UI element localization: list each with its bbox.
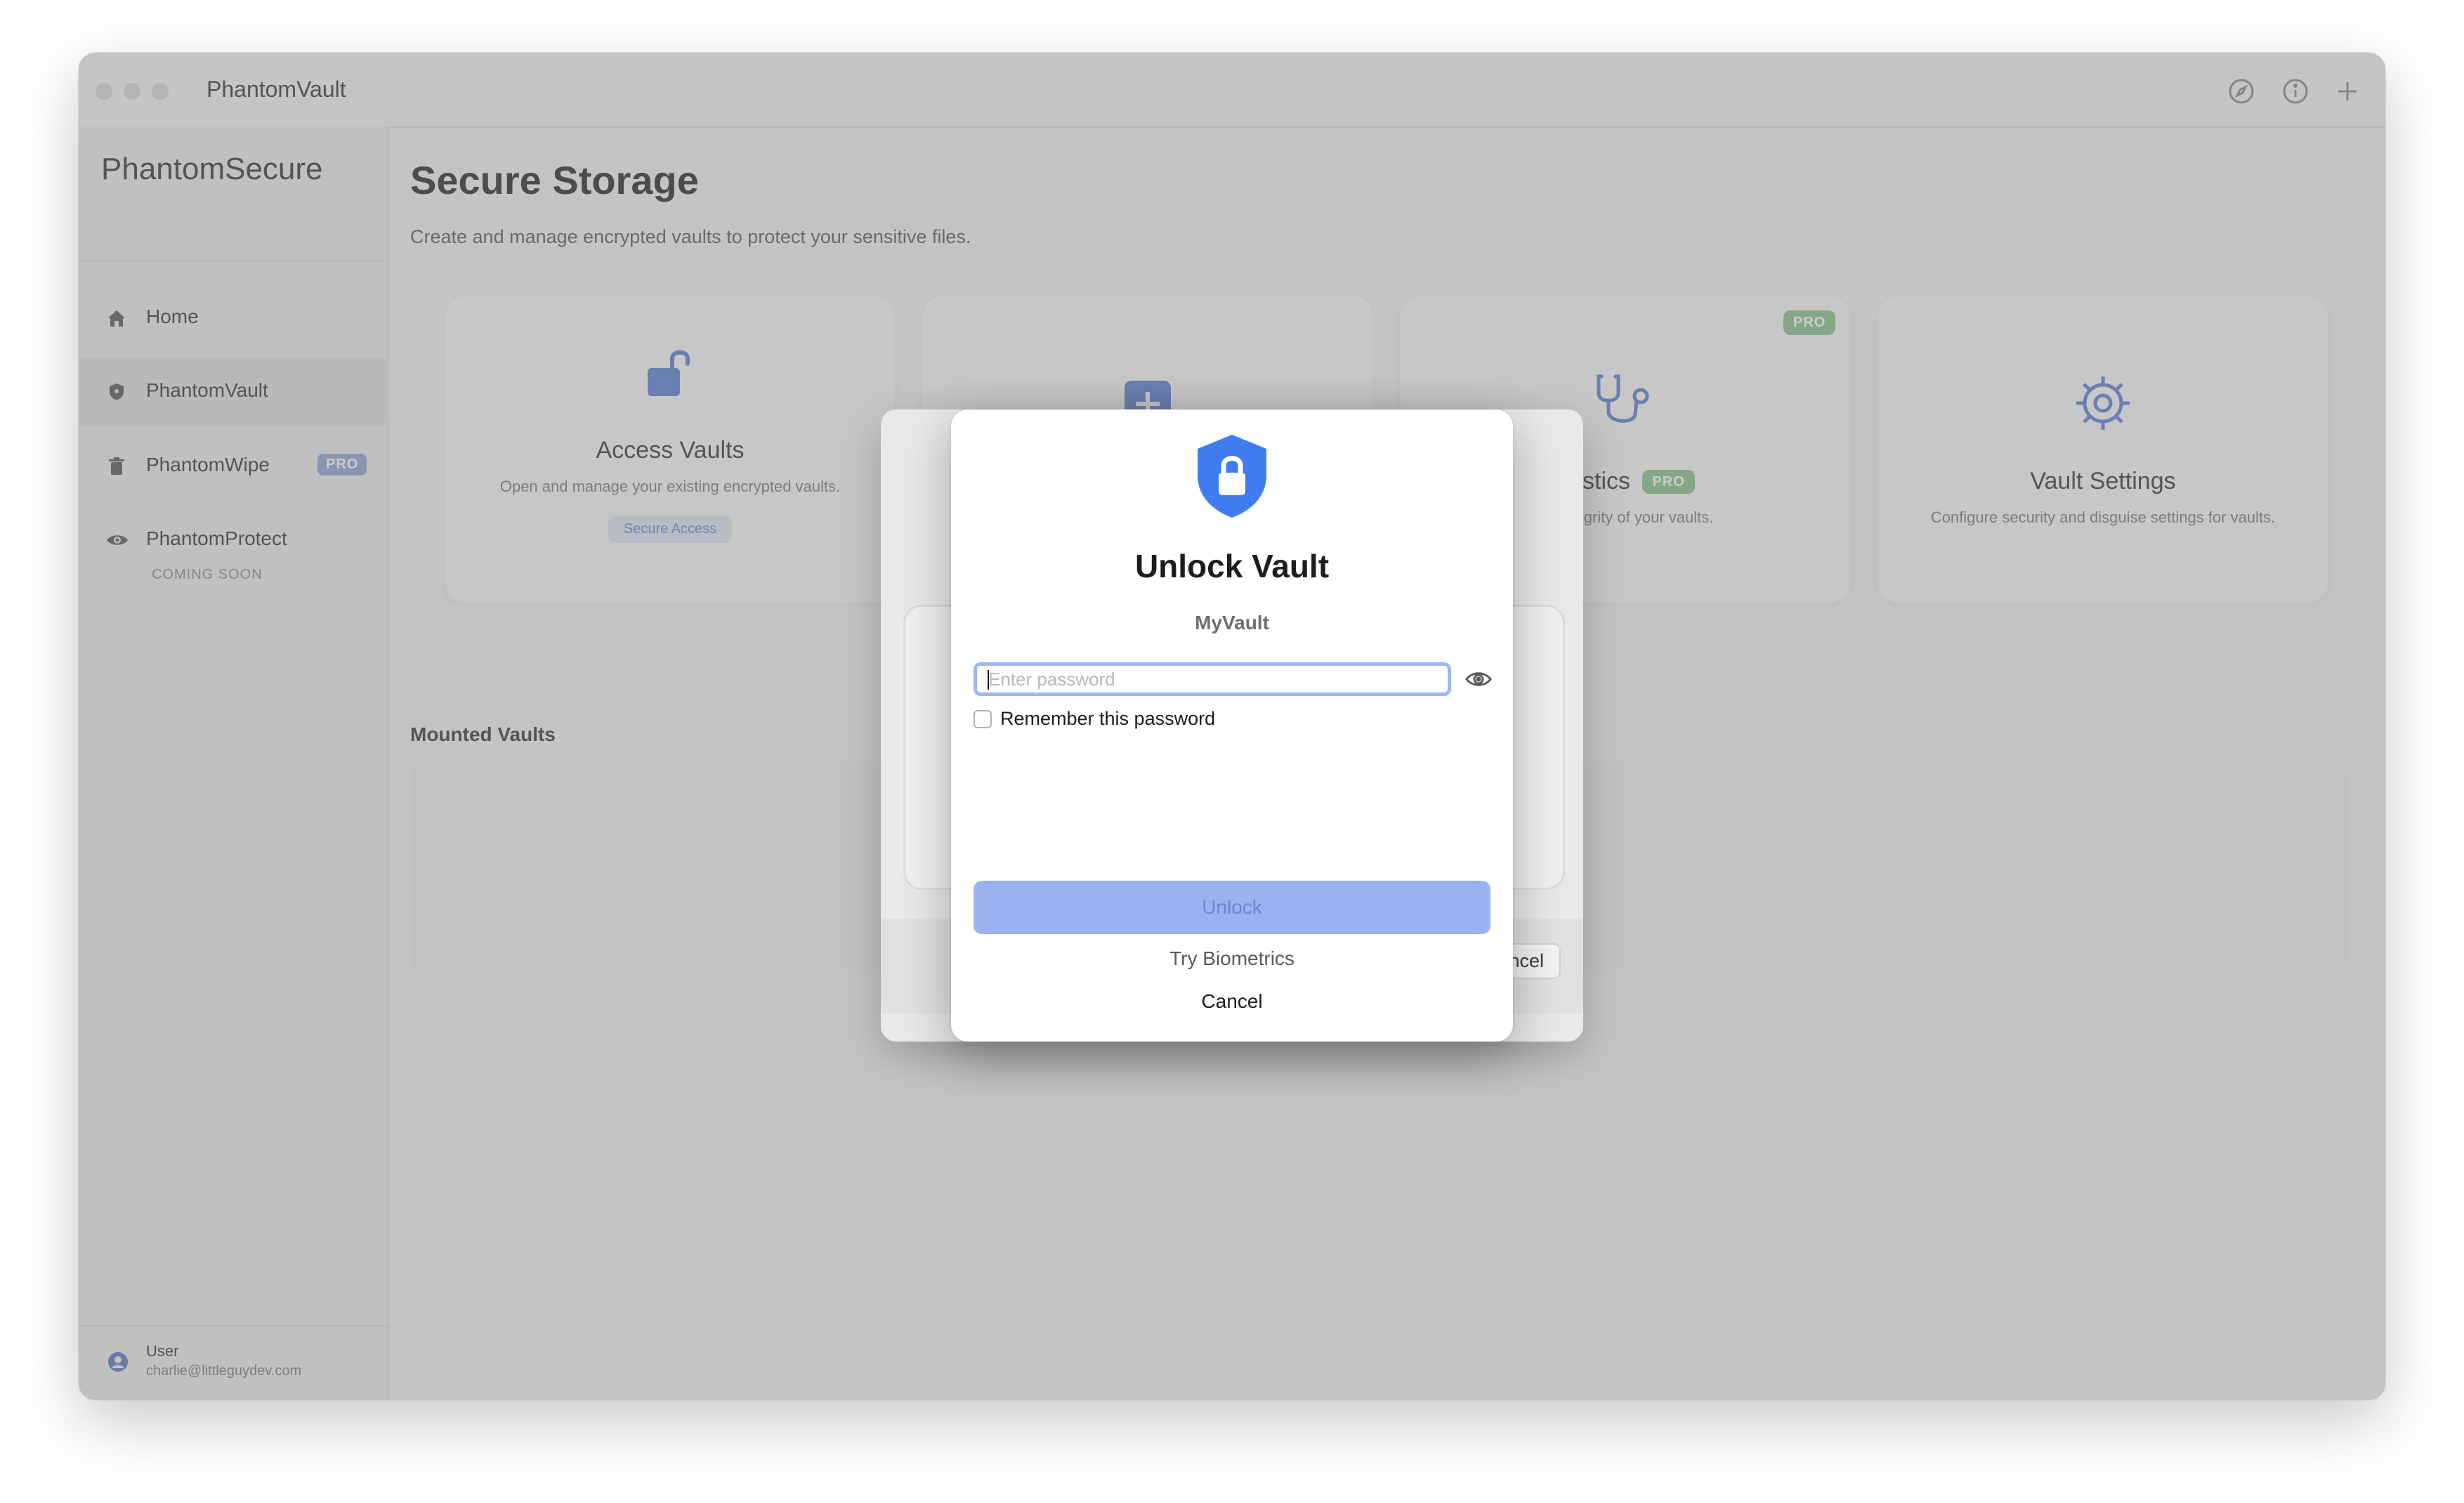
remember-password-checkbox[interactable] [974, 710, 992, 728]
shield-lock-icon [1198, 435, 1266, 518]
password-input[interactable] [974, 662, 1451, 696]
unlock-vault-dialog: Unlock Vault MyVault Remember this passw… [951, 409, 1513, 1042]
text-caret [988, 670, 989, 690]
try-biometrics-button[interactable]: Try Biometrics [951, 947, 1513, 970]
cancel-button[interactable]: Cancel [951, 990, 1513, 1013]
remember-password-label[interactable]: Remember this password [1000, 708, 1215, 730]
show-password-icon[interactable] [1464, 666, 1493, 693]
dialog-title: Unlock Vault [1134, 548, 1330, 584]
unlock-button[interactable]: Unlock [974, 881, 1490, 934]
vault-name: MyVault [1195, 612, 1269, 634]
